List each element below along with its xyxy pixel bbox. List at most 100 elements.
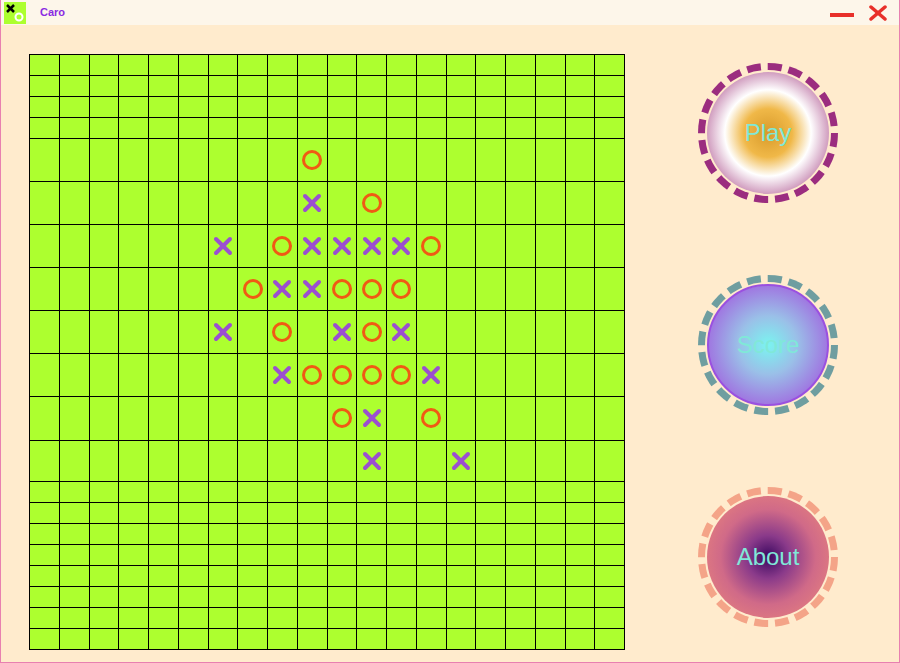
board-cell[interactable] [357, 482, 387, 503]
board-cell[interactable] [90, 55, 120, 76]
board-cell[interactable] [595, 608, 625, 629]
board-cell[interactable] [268, 629, 298, 650]
board-cell[interactable] [149, 524, 179, 545]
board-cell[interactable] [417, 118, 447, 139]
minimize-button[interactable] [827, 0, 857, 25]
board-cell[interactable] [179, 139, 209, 182]
board-cell[interactable] [238, 524, 268, 545]
board-cell[interactable] [90, 139, 120, 182]
board-cell[interactable] [357, 545, 387, 566]
board-cell[interactable] [387, 182, 417, 225]
board-cell[interactable] [417, 441, 447, 482]
board-cell[interactable] [566, 566, 596, 587]
board-cell[interactable] [417, 566, 447, 587]
board-cell[interactable] [30, 97, 60, 118]
board-cell[interactable] [595, 441, 625, 482]
board-cell[interactable] [268, 608, 298, 629]
board-cell[interactable] [417, 629, 447, 650]
board-cell[interactable] [238, 566, 268, 587]
board-cell[interactable] [387, 354, 417, 397]
board-cell[interactable] [298, 545, 328, 566]
board-cell[interactable] [536, 182, 566, 225]
board-cell[interactable] [387, 118, 417, 139]
board-cell[interactable] [179, 76, 209, 97]
board-cell[interactable] [60, 482, 90, 503]
board-cell[interactable] [119, 354, 149, 397]
board-cell[interactable] [209, 354, 239, 397]
board-cell[interactable] [387, 524, 417, 545]
board-cell[interactable] [209, 118, 239, 139]
board-cell[interactable] [238, 55, 268, 76]
board-cell[interactable] [119, 76, 149, 97]
board-cell[interactable] [298, 608, 328, 629]
board-cell[interactable] [536, 441, 566, 482]
board-cell[interactable] [387, 55, 417, 76]
board-cell[interactable] [119, 182, 149, 225]
board-cell[interactable] [387, 587, 417, 608]
board-cell[interactable] [90, 225, 120, 268]
board-cell[interactable] [30, 545, 60, 566]
board-cell[interactable] [119, 608, 149, 629]
board-cell[interactable] [357, 629, 387, 650]
board-cell[interactable] [566, 397, 596, 440]
board-cell[interactable] [268, 354, 298, 397]
board-cell[interactable] [30, 268, 60, 311]
board-cell[interactable] [60, 629, 90, 650]
board-cell[interactable] [328, 629, 358, 650]
board-cell[interactable] [209, 608, 239, 629]
board-cell[interactable] [595, 268, 625, 311]
board-cell[interactable] [476, 76, 506, 97]
board-cell[interactable] [149, 441, 179, 482]
board-cell[interactable] [149, 587, 179, 608]
board-cell[interactable] [268, 545, 298, 566]
board-cell[interactable] [357, 268, 387, 311]
board-cell[interactable] [447, 608, 477, 629]
board-cell[interactable] [328, 482, 358, 503]
board-cell[interactable] [238, 97, 268, 118]
board-cell[interactable] [238, 118, 268, 139]
board-cell[interactable] [417, 97, 447, 118]
board-cell[interactable] [417, 354, 447, 397]
board-cell[interactable] [238, 545, 268, 566]
board-cell[interactable] [536, 225, 566, 268]
board-cell[interactable] [328, 397, 358, 440]
board-cell[interactable] [30, 566, 60, 587]
board-cell[interactable] [149, 225, 179, 268]
board-cell[interactable] [387, 397, 417, 440]
board-cell[interactable] [476, 311, 506, 354]
board-cell[interactable] [328, 139, 358, 182]
board-cell[interactable] [476, 268, 506, 311]
board-cell[interactable] [506, 268, 536, 311]
board-cell[interactable] [595, 225, 625, 268]
board-cell[interactable] [149, 608, 179, 629]
board-cell[interactable] [60, 182, 90, 225]
board-cell[interactable] [566, 268, 596, 311]
board-cell[interactable] [90, 441, 120, 482]
board-cell[interactable] [60, 225, 90, 268]
board-cell[interactable] [476, 482, 506, 503]
board-cell[interactable] [447, 587, 477, 608]
board-cell[interactable] [149, 97, 179, 118]
board-cell[interactable] [90, 503, 120, 524]
board-cell[interactable] [328, 55, 358, 76]
board-cell[interactable] [30, 139, 60, 182]
board-cell[interactable] [119, 482, 149, 503]
board-cell[interactable] [209, 225, 239, 268]
board-cell[interactable] [447, 397, 477, 440]
board-cell[interactable] [417, 76, 447, 97]
board-cell[interactable] [387, 566, 417, 587]
board-cell[interactable] [209, 545, 239, 566]
board-cell[interactable] [536, 76, 566, 97]
board-cell[interactable] [90, 76, 120, 97]
board-cell[interactable] [328, 545, 358, 566]
board-cell[interactable] [119, 566, 149, 587]
board-cell[interactable] [536, 545, 566, 566]
board-cell[interactable] [506, 629, 536, 650]
board-cell[interactable] [119, 225, 149, 268]
board-cell[interactable] [298, 97, 328, 118]
board-cell[interactable] [328, 587, 358, 608]
board-cell[interactable] [417, 268, 447, 311]
board-cell[interactable] [30, 482, 60, 503]
play-button[interactable]: Play [698, 63, 838, 203]
board-cell[interactable] [447, 503, 477, 524]
